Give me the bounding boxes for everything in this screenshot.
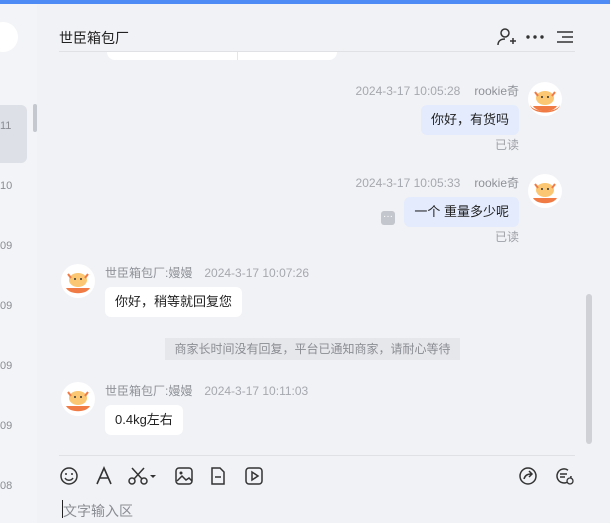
message-meta: 世臣箱包厂:嫚嫚 2024-3-17 10:07:26 <box>105 264 309 281</box>
message-input-placeholder: 文字输入区 <box>63 503 133 519</box>
conversation-date: 08 <box>0 480 13 492</box>
chat-panel: 世臣箱包厂 2024-3-17 10:05:28 rookie奇 你好，有货吗 已… <box>37 4 610 523</box>
message-sender: 世臣箱包厂:嫚嫚 <box>105 266 193 280</box>
scissors-icon[interactable] <box>128 466 156 486</box>
message-more-icon[interactable]: ··· <box>381 211 395 225</box>
merchant-avatar[interactable] <box>61 264 95 298</box>
conversation-item-selected[interactable] <box>0 105 27 163</box>
conversation-list[interactable]: 11 10 09 09 09 09 08 <box>0 4 37 523</box>
user-avatar[interactable] <box>528 82 562 116</box>
message-meta: 世臣箱包厂:嫚嫚 2024-3-17 10:11:03 <box>105 382 308 399</box>
message-timestamp: 2024-3-17 10:05:33 <box>355 176 461 190</box>
merchant-avatar[interactable] <box>61 382 95 416</box>
chat-scrollbar[interactable] <box>586 294 592 444</box>
emoji-icon[interactable] <box>59 466 79 486</box>
message-timestamp: 2024-3-17 10:11:03 <box>204 384 309 398</box>
message-timestamp: 2024-3-17 10:05:28 <box>355 84 461 98</box>
system-notice: 商家长时间没有回复，平台已通知商家，请耐心等待 <box>165 338 460 360</box>
message-bubble[interactable]: 0.4kg左右 <box>105 405 183 435</box>
message-bubble[interactable]: 你好，稍等就回复您 <box>105 287 243 317</box>
video-icon[interactable] <box>244 466 264 486</box>
message-bubble[interactable]: 一个 重量多少呢 <box>404 197 519 227</box>
conversation-date: 09 <box>0 360 13 372</box>
share-icon[interactable] <box>518 466 538 486</box>
file-icon[interactable] <box>208 466 228 486</box>
message-sender: rookie奇 <box>474 176 519 190</box>
image-icon[interactable] <box>174 466 194 486</box>
message-bubble[interactable]: 你好，有货吗 <box>420 105 519 135</box>
conversation-date: 09 <box>0 240 13 252</box>
previous-message-card <box>107 52 337 60</box>
quick-reply-icon[interactable] <box>554 466 574 486</box>
font-icon[interactable] <box>94 466 114 486</box>
read-status: 已读 <box>494 138 519 152</box>
input-divider <box>59 455 575 456</box>
message-meta: 2024-3-17 10:05:33 rookie奇 <box>356 174 519 191</box>
message-sender: rookie奇 <box>474 84 519 98</box>
conversation-date: 11 <box>0 120 12 132</box>
search-box[interactable] <box>0 22 18 52</box>
message-timestamp: 2024-3-17 10:07:26 <box>204 266 310 280</box>
user-avatar[interactable] <box>528 174 562 208</box>
message-meta: 2024-3-17 10:05:28 rookie奇 <box>356 82 519 99</box>
message-input[interactable]: 文字输入区 <box>59 498 559 522</box>
read-status: 已读 <box>494 230 519 244</box>
more-icon[interactable] <box>524 26 546 48</box>
menu-icon[interactable] <box>554 26 576 48</box>
conversation-date: 09 <box>0 420 13 432</box>
add-user-icon[interactable] <box>495 26 517 48</box>
conversation-date: 10 <box>0 180 13 192</box>
message-sender: 世臣箱包厂:嫚嫚 <box>105 384 193 398</box>
conversation-date: 09 <box>0 300 13 312</box>
chat-title: 世臣箱包厂 <box>59 30 129 46</box>
chat-header: 世臣箱包厂 <box>59 4 575 52</box>
